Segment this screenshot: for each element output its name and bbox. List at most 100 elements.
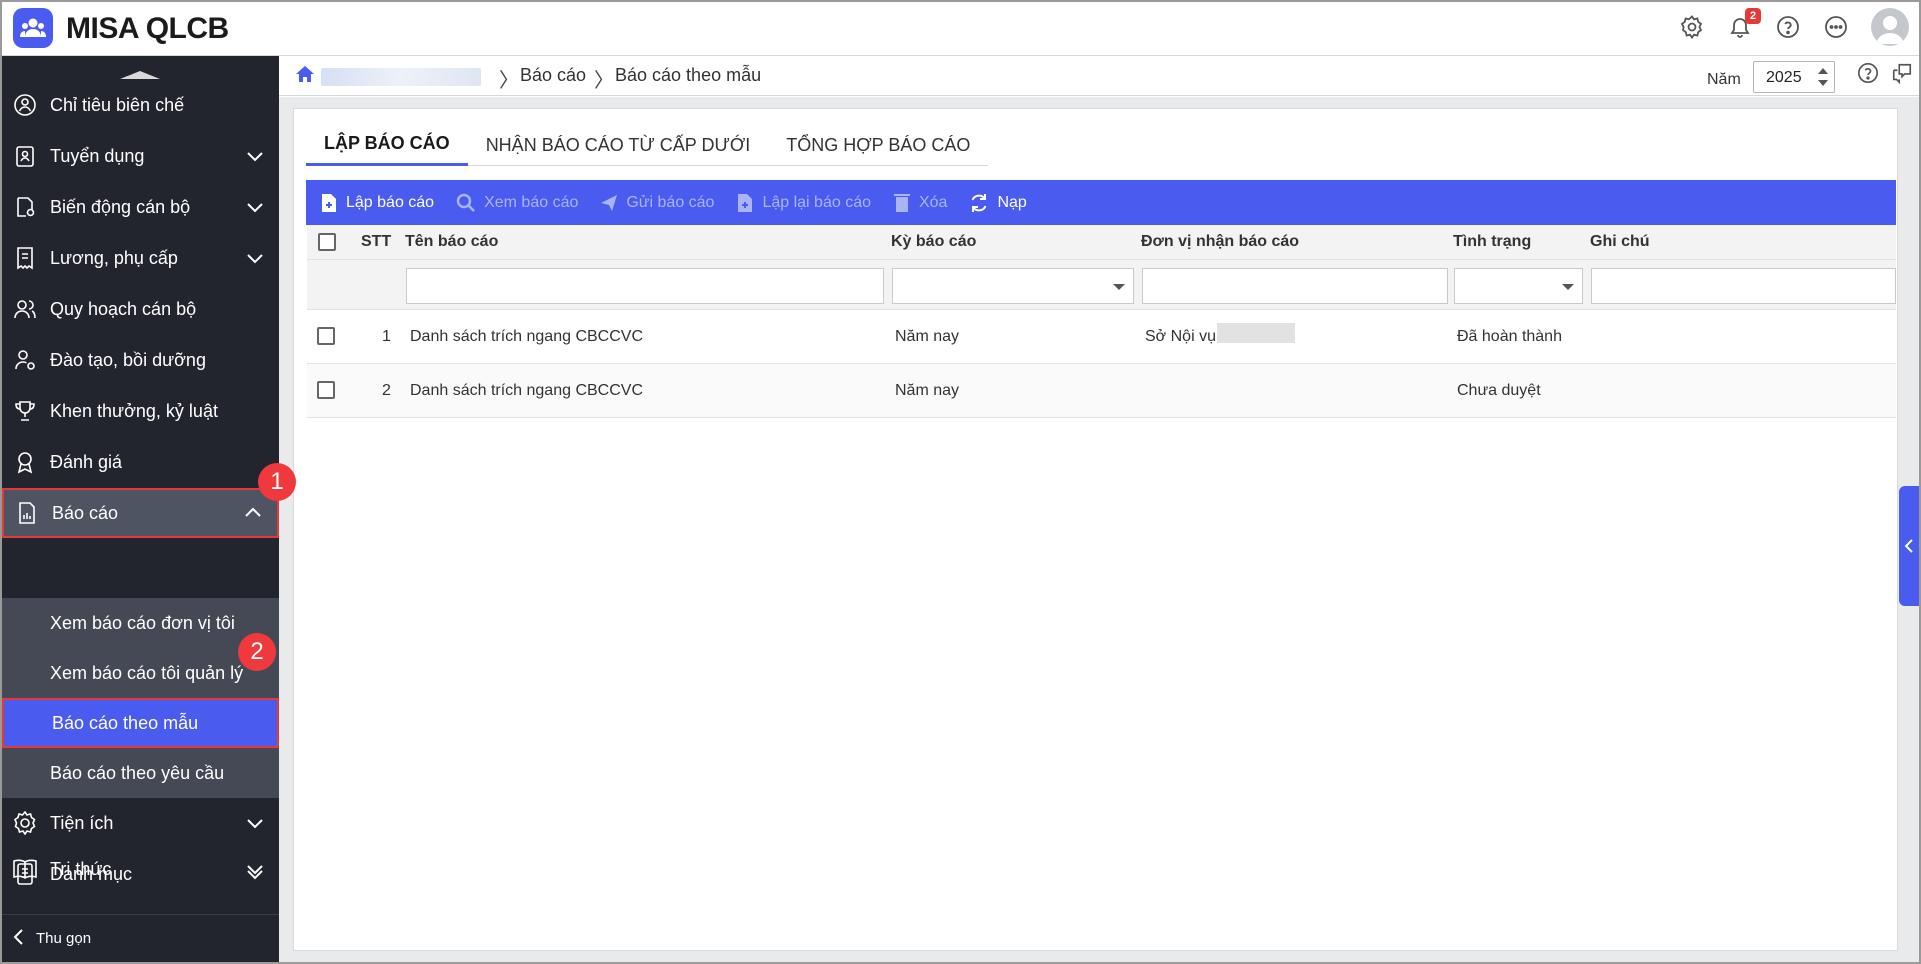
delete-label: Xóa: [918, 193, 948, 211]
reload-label: Nạp: [997, 193, 1027, 211]
sidebar-item-khen-thuong-ky-luat[interactable]: Khen thưởng, kỷ luật: [2, 386, 279, 436]
chevron-left-icon: [1904, 539, 1913, 553]
home-icon[interactable]: [295, 65, 315, 88]
filter-ky-bao-cao-select[interactable]: [892, 268, 1134, 304]
create-report-label: Lập báo cáo: [346, 193, 435, 211]
filter-tinh-trang-select[interactable]: [1454, 268, 1583, 304]
breadcrumb: 〉 Báo cáo 〉 Báo cáo theo mẫu Năm 2025: [279, 56, 1919, 96]
cell-don-vi-nhan: Sở Nội vụ: [1145, 328, 1216, 345]
feedback-icon[interactable]: [1891, 62, 1913, 89]
create-report-button[interactable]: Lập báo cáo: [320, 193, 434, 213]
redacted-text: [1217, 323, 1295, 343]
settings-gear-icon[interactable]: [1679, 14, 1705, 40]
file-add-icon: [322, 193, 336, 212]
report-tabs: LẬP BÁO CÁO NHẬN BÁO CÁO TỪ CẤP DƯỚI TỔN…: [306, 124, 989, 166]
recreate-report-button[interactable]: Lập lại báo cáo: [736, 193, 871, 213]
sidebar-item-chi-tieu-bien-che[interactable]: Chỉ tiêu biên chế: [2, 80, 279, 130]
column-header-ten-bao-cao[interactable]: Tên báo cáo: [405, 233, 498, 251]
sidebar-subitem-bao-cao-theo-yeu-cau[interactable]: Báo cáo theo yêu cầu: [2, 748, 279, 798]
app-logo-icon[interactable]: [13, 8, 53, 48]
side-panel-toggle[interactable]: [1899, 486, 1919, 606]
breadcrumb-item-bao-cao[interactable]: Báo cáo: [520, 65, 586, 86]
delete-button[interactable]: Xóa: [893, 193, 947, 213]
column-header-stt: STT: [361, 233, 392, 250]
more-options-icon[interactable]: [1823, 14, 1849, 40]
send-icon: [601, 194, 618, 211]
document-gear-icon: [12, 194, 38, 220]
cell-ten-bao-cao: Danh sách trích ngang CBCCVC: [410, 382, 643, 399]
notification-count-badge: 2: [1745, 8, 1761, 24]
cell-tinh-trang: Chưa duyệt: [1457, 382, 1541, 399]
send-report-button[interactable]: Gửi báo cáo: [600, 194, 714, 212]
column-header-tinh-trang[interactable]: Tình trạng: [1453, 233, 1531, 251]
sidebar-item-label: Chỉ tiêu biên chế: [50, 94, 185, 115]
step-marker-1: 1: [258, 463, 296, 501]
clipboard-person-icon: [12, 143, 38, 169]
spinner-arrows-icon[interactable]: [1816, 65, 1830, 89]
chevron-down-icon: [245, 813, 265, 833]
chevron-left-icon: [12, 928, 24, 950]
collapse-sidebar-button[interactable]: Thu gọn: [2, 914, 279, 962]
column-header-don-vi-nhan[interactable]: Đơn vị nhận báo cáo: [1141, 233, 1299, 251]
sidebar-item-luong-phu-cap[interactable]: Lương, phụ cấp: [2, 233, 279, 283]
sidebar-subitem-xem-bao-cao-don-vi-toi[interactable]: Xem báo cáo đơn vị tôi: [2, 598, 279, 648]
target-person-icon: [12, 92, 38, 118]
tab-nhan-bao-cao-tu-cap-duoi[interactable]: NHẬN BÁO CÁO TỪ CẤP DƯỚI: [468, 124, 769, 166]
table-header: STT Tên báo cáo Kỳ báo cáo Đơn vị nhận b…: [307, 225, 1896, 260]
top-bar: MISA QLCB 2: [0, 0, 1921, 56]
page-help-icon[interactable]: [1857, 62, 1879, 89]
open-book-icon: [12, 856, 38, 882]
sidebar-subitem-label: Xem báo cáo đơn vị tôi: [50, 612, 235, 633]
row-checkbox[interactable]: [317, 327, 335, 345]
sidebar-item-label: Biến động cán bộ: [50, 196, 191, 217]
sidebar-item-bao-cao[interactable]: Báo cáo: [2, 488, 279, 538]
sidebar-scroll-up-icon[interactable]: [120, 66, 160, 79]
user-avatar[interactable]: [1871, 8, 1909, 46]
select-all-checkbox[interactable]: [318, 233, 336, 251]
receipt-icon: [12, 245, 38, 271]
cell-stt: 1: [382, 328, 391, 345]
column-header-ghi-chu[interactable]: Ghi chú: [1590, 233, 1650, 251]
file-add-icon: [738, 193, 753, 212]
filter-don-vi-nhan-input[interactable]: [1142, 268, 1448, 304]
collapse-label: Thu gọn: [36, 930, 92, 947]
sidebar-item-label: Báo cáo: [52, 502, 119, 523]
year-stepper[interactable]: 2025: [1753, 61, 1835, 93]
sidebar-submenu-bao-cao: Xem báo cáo đơn vị tôi Xem báo cáo tôi q…: [2, 598, 279, 798]
chevron-up-icon: [243, 503, 263, 523]
help-icon[interactable]: [1775, 14, 1801, 40]
sidebar-subitem-bao-cao-theo-mau[interactable]: Báo cáo theo mẫu: [2, 698, 279, 748]
sidebar-item-label: Quy hoạch cán bộ: [50, 298, 197, 319]
trash-icon: [893, 193, 910, 212]
sidebar-item-dao-tao-boi-duong[interactable]: Đào tạo, bồi dưỡng: [2, 335, 279, 385]
filter-ghi-chu-input[interactable]: [1591, 268, 1896, 304]
year-value: 2025: [1766, 69, 1802, 86]
sidebar-subitem-label: Xem báo cáo tôi quản lý: [50, 662, 244, 683]
sidebar-item-tri-thuc[interactable]: Tri thức: [2, 844, 279, 894]
sidebar-item-bien-dong-can-bo[interactable]: Biến động cán bộ: [2, 182, 279, 232]
table-row[interactable]: 1 Danh sách trích ngang CBCCVC Năm nay S…: [307, 310, 1896, 364]
app-name: MISA QLCB: [66, 12, 229, 45]
sidebar-item-danh-gia[interactable]: Đánh giá: [2, 437, 279, 487]
chevron-down-icon: [245, 248, 265, 268]
filter-ten-bao-cao-input[interactable]: [406, 268, 884, 304]
search-icon: [456, 193, 475, 212]
notification-bell-icon[interactable]: 2: [1727, 8, 1761, 40]
sidebar-item-tien-ich[interactable]: Tiện ích: [2, 798, 279, 848]
tab-tong-hop-bao-cao[interactable]: TỔNG HỢP BÁO CÁO: [768, 124, 988, 166]
toolbar: Lập báo cáo Xem báo cáo Gửi báo cáo Lập …: [306, 180, 1896, 225]
reload-button[interactable]: Nạp: [969, 193, 1027, 213]
row-checkbox[interactable]: [317, 381, 335, 399]
sidebar-item-label: Khen thưởng, kỷ luật: [50, 400, 218, 421]
sidebar-item-tuyen-dung[interactable]: Tuyển dụng: [2, 131, 279, 181]
table-row[interactable]: 2 Danh sách trích ngang CBCCVC Năm nay C…: [307, 364, 1896, 418]
tab-lap-bao-cao[interactable]: LẬP BÁO CÁO: [306, 124, 468, 166]
award-ribbon-icon: [12, 449, 38, 475]
sidebar-item-quy-hoach-can-bo[interactable]: Quy hoạch cán bộ: [2, 284, 279, 334]
column-header-ky-bao-cao[interactable]: Kỳ báo cáo: [891, 233, 976, 251]
cell-tinh-trang: Đã hoàn thành: [1457, 328, 1562, 345]
cell-stt: 2: [382, 382, 391, 399]
chevron-down-icon: [245, 197, 265, 217]
view-report-button[interactable]: Xem báo cáo: [456, 193, 578, 213]
cell-ky-bao-cao: Năm nay: [895, 328, 960, 345]
